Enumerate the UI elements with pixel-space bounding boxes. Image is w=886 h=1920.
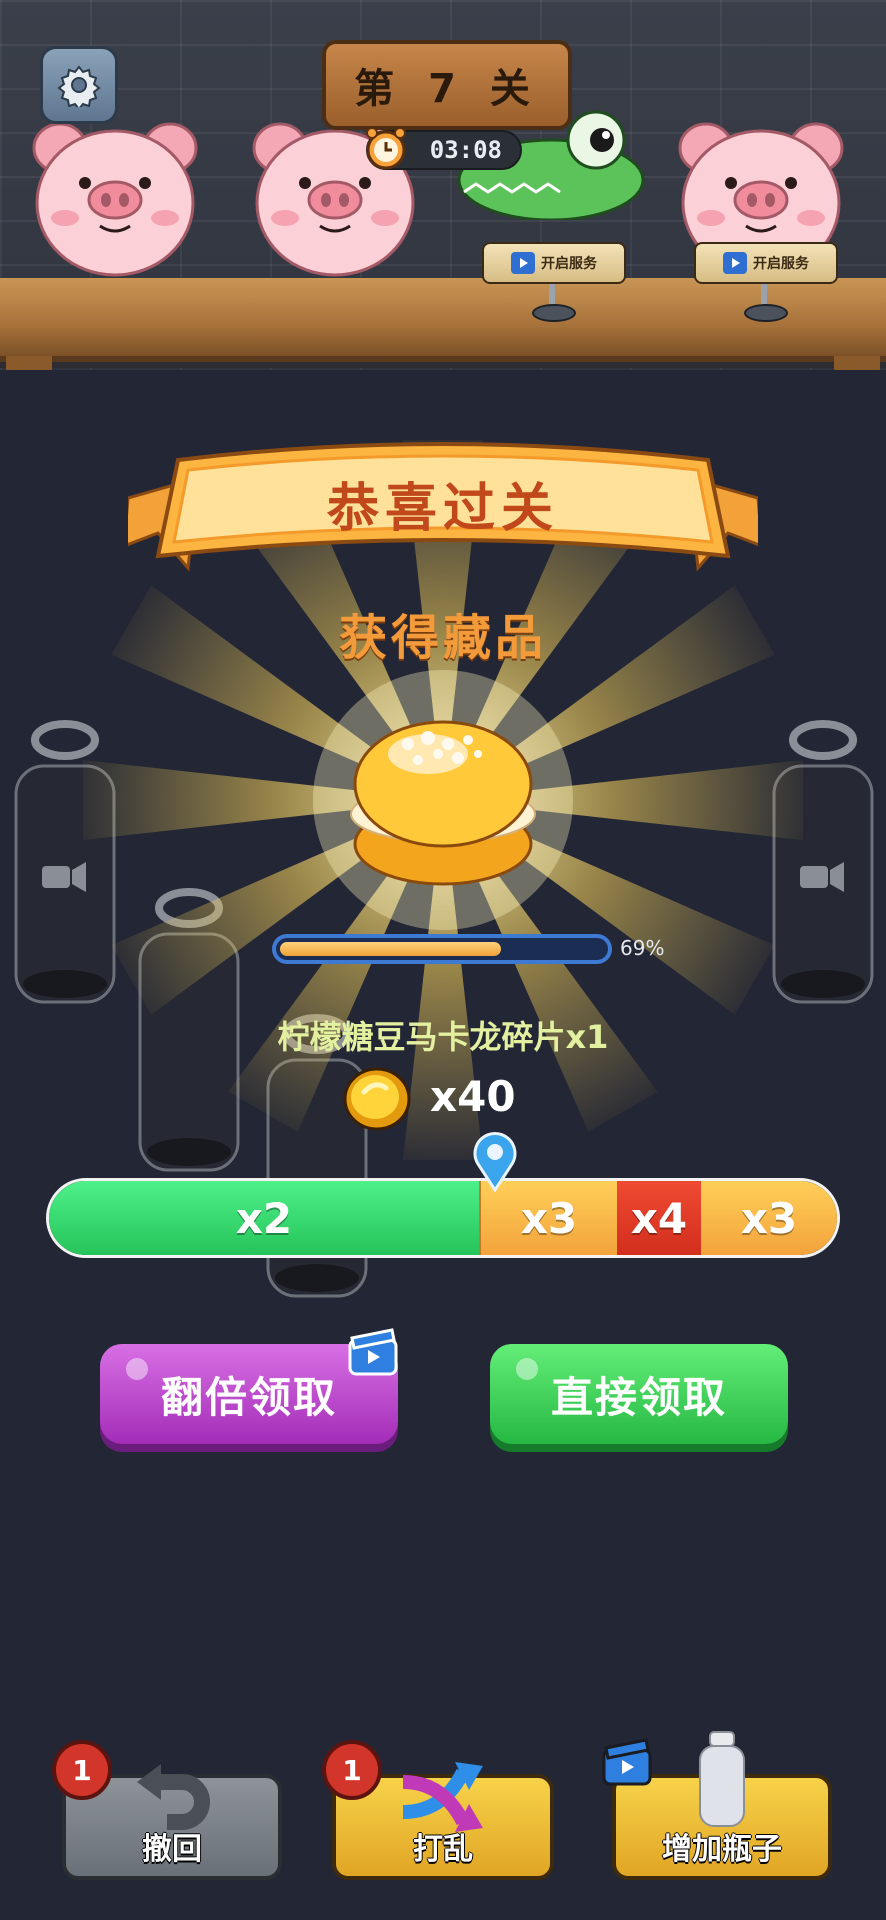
collection-progress-bar [272,934,612,964]
multiplier-segment: x3 [479,1181,617,1255]
multiplier-segment: x3 [701,1181,837,1255]
multiplier-segment: x2 [49,1181,479,1255]
direct-claim-button[interactable]: 直接领取 [490,1344,788,1444]
video-icon [511,252,535,274]
add-bottle-tool-button[interactable]: 增加瓶子 [612,1731,832,1880]
congrats-title: 恭喜过关 [326,479,559,539]
undo-arrow-icon [137,1764,210,1830]
service-bell-stand-1 [532,284,576,322]
open-service-label: 开启服务 [541,256,597,272]
open-service-button-2[interactable]: 开启服务 [694,242,838,284]
open-service-button-1[interactable]: 开启服务 [482,242,626,284]
shuffle-count-badge: 1 [322,1740,382,1800]
undo-count: 1 [72,1753,92,1787]
level-label: 第 7 关 [354,66,540,112]
location-pin-icon [473,1132,517,1192]
counter-bracket-right [834,356,880,370]
macaron-icon [350,720,536,886]
gear-icon [57,65,101,107]
progress-percent: 69% [620,936,665,960]
video-icon [348,1328,398,1376]
button-shine [516,1358,538,1380]
coin-icon [343,1067,411,1131]
alarm-clock-icon [366,127,406,170]
undo-count-badge: 1 [52,1740,112,1800]
timer-value: 03:08 [429,136,502,164]
video-icon [723,252,747,274]
bottle-icon [699,1731,745,1827]
double-claim-label: 翻倍领取 [160,1372,337,1422]
service-bell-stand-2 [744,284,788,322]
shuffle-arrows-icon [402,1762,483,1832]
multiplier-segment: x4 [617,1181,701,1255]
collection-title: 获得藏品 [338,610,547,666]
pig-customer-1 [32,122,198,277]
open-service-label: 开启服务 [753,256,809,272]
level-indicator: 第 7 关 [322,40,572,130]
fragment-reward-text: 柠檬糖豆马卡龙碎片x1 [277,1018,609,1056]
counter-bracket-left [6,356,52,370]
progress-fill [280,942,502,956]
button-shine [126,1358,148,1380]
multiplier-bar: x2 x3 x4 x3 [46,1178,840,1258]
direct-claim-label: 直接领取 [550,1372,727,1422]
settings-button[interactable] [40,46,118,124]
coin-reward-count: x40 [430,1072,516,1121]
shuffle-count: 1 [342,1753,362,1787]
add-bottle-label: 增加瓶子 [662,1832,782,1867]
video-icon [602,1738,652,1786]
game-scene: 开启服务 开启服务 第 7 关 03:08 [0,0,886,370]
